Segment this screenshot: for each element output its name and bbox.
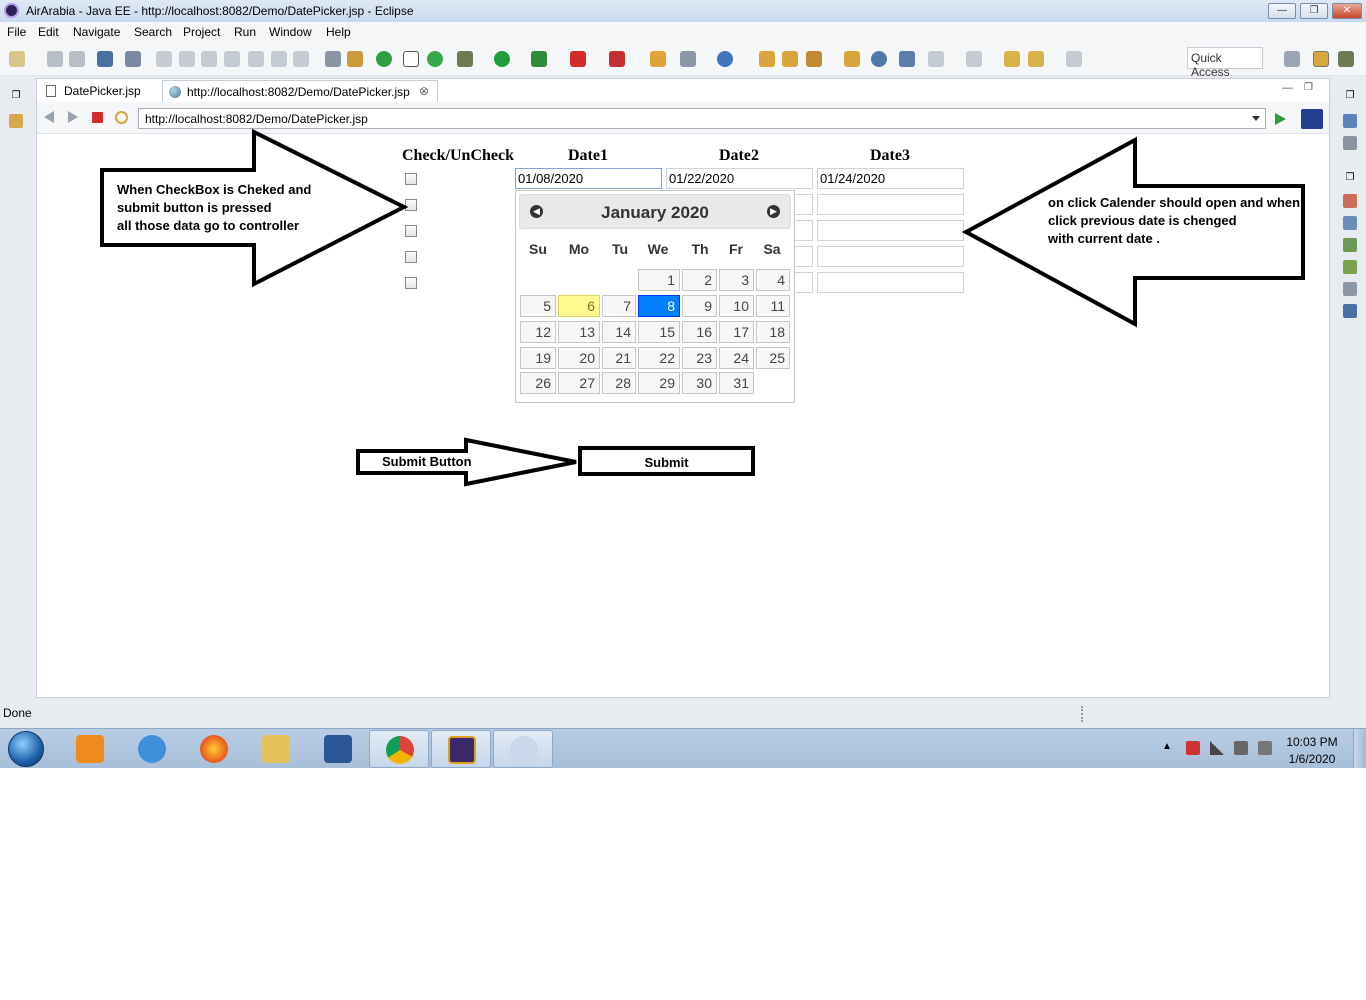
volume-muted-icon[interactable] (1234, 741, 1248, 755)
right-annotation-line3: with current date . (1048, 231, 1160, 246)
submit-button[interactable]: Submit (578, 446, 755, 476)
taskbar-internet-explorer[interactable] (122, 730, 182, 768)
right-annotation-line1: on click Calender should open and when (1048, 195, 1301, 210)
clock-time: 10:03 PM (1286, 735, 1338, 749)
taskbar-media-player[interactable] (60, 730, 120, 768)
show-desktop-button[interactable] (1353, 729, 1366, 768)
taskbar-eclipse[interactable] (431, 730, 491, 768)
left-annotation-line2: submit button is pressed (117, 200, 272, 215)
action-center-flag-icon[interactable] (1186, 741, 1200, 755)
status-divider (1081, 706, 1083, 722)
show-hidden-icons-icon[interactable]: ▲ (1162, 741, 1176, 755)
media-player-icon (76, 735, 104, 763)
taskbar-word[interactable] (308, 730, 368, 768)
internet-explorer-icon (138, 735, 166, 763)
right-annotation-line2: click previous date is chenged (1048, 213, 1237, 228)
left-annotation-line3: all those data go to controller (117, 218, 300, 233)
power-icon[interactable] (1258, 741, 1272, 755)
taskbar-chrome[interactable] (369, 730, 429, 768)
taskbar-file-explorer[interactable] (246, 730, 306, 768)
chrome-icon (386, 736, 414, 764)
taskbar-clock[interactable]: 10:03 PM 1/6/2020 (1278, 734, 1346, 768)
firefox-icon (200, 735, 228, 763)
taskbar-paint[interactable] (493, 730, 553, 768)
submit-annotation: Submit Button (382, 454, 472, 469)
taskbar-firefox[interactable] (184, 730, 244, 768)
annotation-arrows (100, 128, 1305, 487)
folder-icon (262, 735, 290, 763)
status-text: Done (3, 706, 32, 720)
eclipse-java-ee-icon (448, 736, 476, 764)
start-button-windows-logo-icon[interactable] (8, 731, 44, 767)
left-annotation-line1: When CheckBox is Cheked and (117, 182, 312, 197)
status-bar: Done (0, 700, 1366, 728)
clock-date: 1/6/2020 (1288, 752, 1336, 766)
paint-palette-icon (510, 736, 538, 764)
network-signal-icon[interactable] (1210, 741, 1224, 755)
word-icon (324, 735, 352, 763)
